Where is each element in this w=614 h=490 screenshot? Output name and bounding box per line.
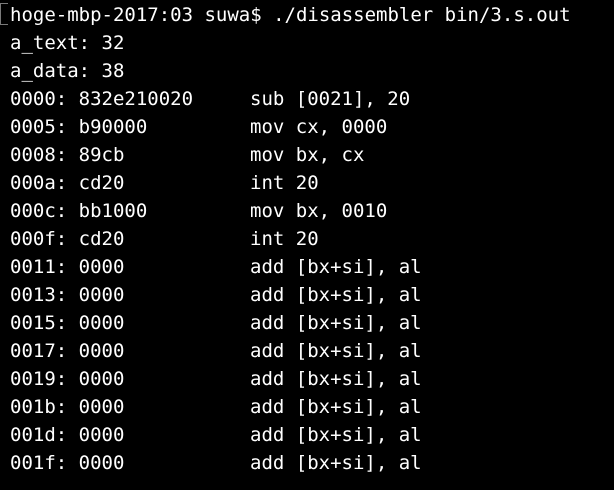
- disasm-address: 0017: 0000: [10, 340, 125, 362]
- disasm-row: 001d: 0000 add [bx+si], al: [10, 421, 614, 449]
- disasm-instruction: add [bx+si], al: [250, 396, 422, 418]
- disasm-row: 0011: 0000 add [bx+si], al: [10, 253, 614, 281]
- disasm-instruction: mov bx, 0010: [250, 200, 388, 222]
- disasm-instruction: int 20: [250, 172, 319, 194]
- disasm-instruction: mov cx, 0000: [250, 116, 388, 138]
- disasm-address: 0019: 0000: [10, 368, 125, 390]
- command-prompt-line: hoge-mbp-2017:03 suwa$ ./disassembler bi…: [10, 4, 571, 26]
- disasm-instruction: add [bx+si], al: [250, 452, 422, 474]
- header-a-data: a_data: 38: [10, 60, 125, 82]
- disasm-address: 000c: bb1000: [10, 200, 148, 222]
- disasm-address: 001f: 0000: [10, 452, 125, 474]
- disasm-address: 0013: 0000: [10, 284, 125, 306]
- disasm-address: 001d: 0000: [10, 424, 125, 446]
- disasm-address: 001b: 0000: [10, 396, 125, 418]
- disasm-instruction: add [bx+si], al: [250, 424, 422, 446]
- disasm-row: 000c: bb1000 mov bx, 0010: [10, 197, 614, 225]
- disasm-row: 0019: 0000 add [bx+si], al: [10, 365, 614, 393]
- disasm-instruction: add [bx+si], al: [250, 284, 422, 306]
- disasm-row: 0008: 89cb mov bx, cx: [10, 141, 614, 169]
- disasm-instruction: add [bx+si], al: [250, 256, 422, 278]
- disasm-row: 001f: 0000 add [bx+si], al: [10, 449, 614, 477]
- disasm-row: 0005: b90000 mov cx, 0000: [10, 113, 614, 141]
- disasm-address: 000a: cd20: [10, 172, 125, 194]
- disasm-row: 000a: cd20 int 20: [10, 169, 614, 197]
- disasm-address: 0011: 0000: [10, 256, 125, 278]
- disasm-instruction: mov bx, cx: [250, 144, 365, 166]
- disasm-row: 0000: 832e210020 sub [0021], 20: [10, 85, 614, 113]
- disasm-address: 000f: cd20: [10, 228, 125, 250]
- selection-bracket: [0, 3, 8, 25]
- disasm-address: 0000: 832e210020: [10, 88, 194, 110]
- disasm-instruction: add [bx+si], al: [250, 340, 422, 362]
- header-a-text: a_text: 32: [10, 32, 125, 54]
- disasm-instruction: sub [0021], 20: [250, 88, 411, 110]
- disasm-row: 0013: 0000 add [bx+si], al: [10, 281, 614, 309]
- disasm-address: 0008: 89cb: [10, 144, 125, 166]
- disasm-row: 0015: 0000 add [bx+si], al: [10, 309, 614, 337]
- disasm-row: 000f: cd20 int 20: [10, 225, 614, 253]
- disasm-row: 001b: 0000 add [bx+si], al: [10, 393, 614, 421]
- disasm-address: 0005: b90000: [10, 116, 148, 138]
- terminal-window[interactable]: hoge-mbp-2017:03 suwa$ ./disassembler bi…: [0, 0, 614, 490]
- disasm-address: 0015: 0000: [10, 312, 125, 334]
- disasm-instruction: add [bx+si], al: [250, 312, 422, 334]
- disasm-row: 0017: 0000 add [bx+si], al: [10, 337, 614, 365]
- disasm-instruction: add [bx+si], al: [250, 368, 422, 390]
- disasm-instruction: int 20: [250, 228, 319, 250]
